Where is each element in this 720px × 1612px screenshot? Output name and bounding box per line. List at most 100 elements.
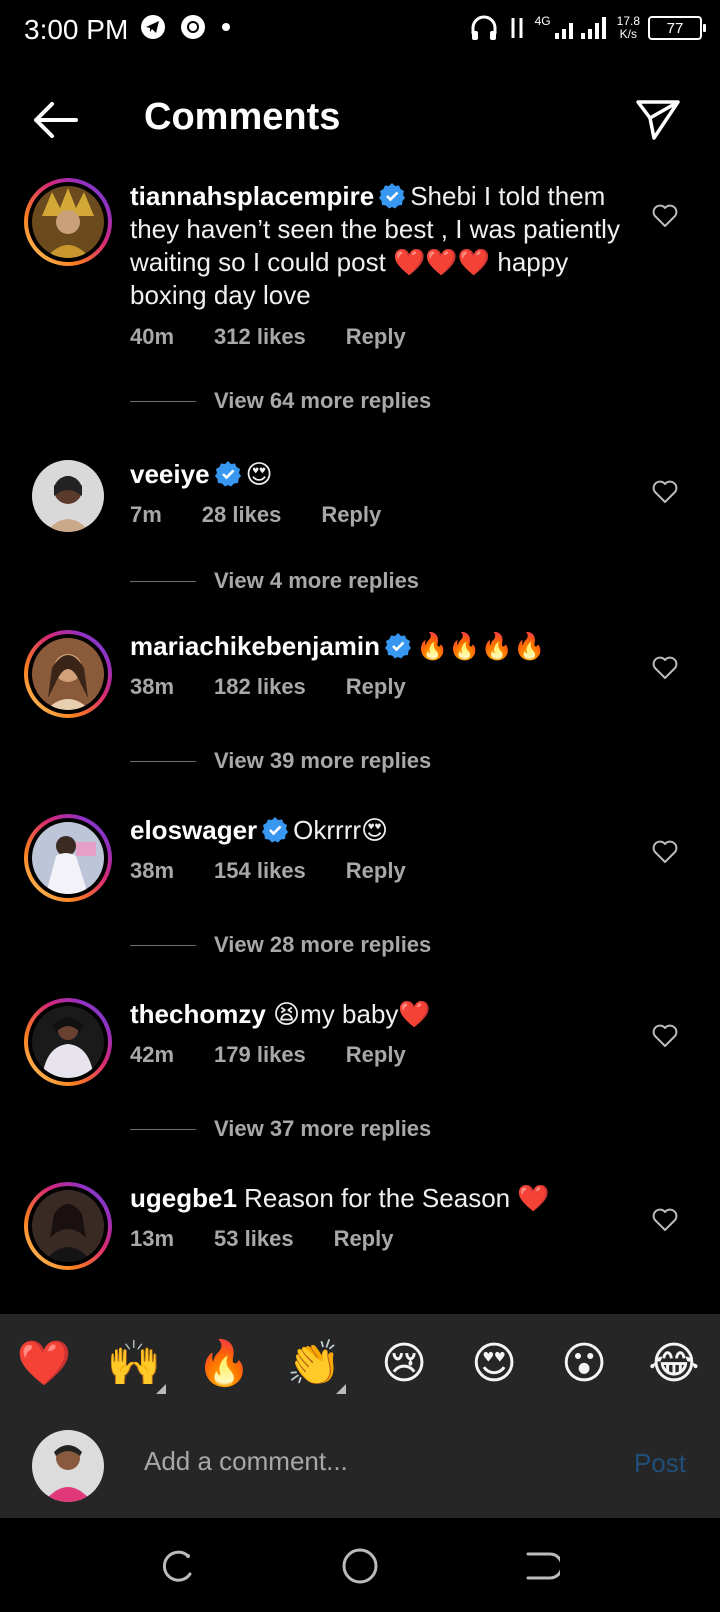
comment-input[interactable]: Add a comment... (144, 1446, 348, 1477)
like-heart-icon[interactable] (652, 656, 678, 680)
status-system-icons: 4G 17.8 K/s 77 (469, 14, 706, 42)
skin-tone-indicator-icon (156, 1384, 166, 1394)
reaction-heart[interactable]: ❤️ (14, 1336, 74, 1392)
reaction-crying[interactable]: 😢 (374, 1336, 434, 1392)
comment-text: 😍 (245, 459, 273, 489)
avatar-story-ring[interactable] (24, 458, 112, 546)
comment-body: thechomzy 😫my baby❤️ (130, 998, 620, 1031)
avatar-story-ring[interactable] (24, 814, 112, 902)
comment-likes[interactable]: 182 likes (214, 674, 306, 700)
comment-username[interactable]: tiannahsplacempire (130, 181, 374, 211)
comment-likes[interactable]: 28 likes (202, 502, 282, 528)
headphones-icon (471, 15, 497, 40)
comment-text: 🔥🔥🔥🔥 (416, 631, 546, 661)
view-replies-label: View 39 more replies (214, 748, 432, 773)
like-heart-icon[interactable] (652, 204, 678, 228)
avatar (32, 1190, 104, 1262)
chrome-icon (181, 15, 205, 39)
reply-button[interactable]: Reply (346, 674, 406, 700)
like-heart-icon[interactable] (652, 1208, 678, 1232)
network-type-label: 4G (534, 14, 551, 28)
back-arrow-icon[interactable] (30, 100, 80, 140)
comment-username[interactable]: eloswager (130, 815, 257, 845)
comment-likes[interactable]: 179 likes (214, 1042, 306, 1068)
reaction-laughing[interactable]: 😂 (644, 1336, 704, 1392)
replies-divider (130, 400, 196, 402)
dot-icon (222, 23, 230, 31)
replies-divider (130, 944, 196, 946)
comment-body: veeiye 😍 (130, 458, 620, 491)
view-replies-label: View 64 more replies (214, 388, 432, 413)
network-speed-unit: K/s (619, 27, 637, 41)
home-icon[interactable] (340, 1546, 380, 1586)
reaction-clap[interactable]: 👏 (284, 1336, 346, 1394)
comment-likes[interactable]: 312 likes (214, 324, 306, 350)
comment-time: 38m (130, 674, 175, 699)
view-replies-button[interactable]: View 28 more replies (130, 932, 431, 958)
view-replies-label: View 4 more replies (214, 568, 420, 593)
comment-meta: 42m 179 likes Reply (130, 1042, 406, 1068)
like-heart-icon[interactable] (652, 840, 678, 864)
current-user-avatar (32, 1430, 104, 1502)
network-speed: 17.8 K/s (617, 15, 640, 41)
comment-composer: ❤️ 🙌 🔥 👏 😢 😍 😮 😂 Add a comment... Post (0, 1314, 720, 1518)
comment-username[interactable]: mariachikebenjamin (130, 631, 380, 661)
page-title: Comments (144, 96, 341, 138)
skin-tone-indicator-icon (336, 1384, 346, 1394)
comment-text: 😫my baby❤️ (273, 999, 431, 1029)
reaction-surprised[interactable]: 😮 (554, 1336, 614, 1392)
comment-body: tiannahsplacempire Shebi I told them they… (130, 180, 620, 312)
reply-button[interactable]: Reply (346, 324, 406, 350)
avatar-story-ring[interactable] (24, 630, 112, 718)
comment-body: ugegbe1 Reason for the Season ❤️ (130, 1182, 620, 1215)
view-replies-button[interactable]: View 64 more replies (130, 388, 431, 414)
signal-icon (554, 17, 606, 39)
comment-meta: 38m 154 likes Reply (130, 858, 406, 884)
verified-badge-icon (262, 817, 289, 843)
view-replies-button[interactable]: View 4 more replies (130, 568, 419, 594)
avatar-story-ring[interactable] (24, 1182, 112, 1270)
post-button[interactable]: Post (634, 1448, 686, 1479)
reaction-fire[interactable]: 🔥 (194, 1336, 254, 1392)
comment-username[interactable]: veeiye (130, 459, 210, 489)
avatar-story-ring[interactable] (24, 998, 112, 1086)
back-icon[interactable] (520, 1546, 560, 1586)
reaction-raised-hands[interactable]: 🙌 (104, 1336, 166, 1394)
avatar (32, 186, 104, 258)
avatar (32, 460, 104, 532)
reaction-heart-eyes[interactable]: 😍 (464, 1336, 524, 1392)
reply-button[interactable]: Reply (346, 858, 406, 884)
avatar-story-ring[interactable] (24, 178, 112, 266)
replies-divider (130, 760, 196, 762)
view-replies-button[interactable]: View 37 more replies (130, 1116, 431, 1142)
like-heart-icon[interactable] (652, 480, 678, 504)
comment-username[interactable]: ugegbe1 (130, 1183, 237, 1213)
like-heart-icon[interactable] (652, 1024, 678, 1048)
comments-header: Comments (0, 80, 720, 160)
comment-likes[interactable]: 53 likes (214, 1226, 294, 1252)
status-notification-icons (140, 14, 232, 40)
reply-button[interactable]: Reply (334, 1226, 394, 1252)
comment-time: 7m (130, 502, 162, 527)
comment-time: 42m (130, 1042, 175, 1067)
reply-button[interactable]: Reply (346, 1042, 406, 1068)
verified-badge-icon (385, 633, 411, 659)
reaction-clap-glyph: 👏 (286, 1339, 342, 1388)
system-nav-bar (0, 1518, 720, 1612)
verified-badge-icon (214, 461, 241, 487)
comment-likes[interactable]: 154 likes (214, 858, 306, 884)
comment-meta: 7m 28 likes Reply (130, 502, 381, 528)
send-icon[interactable] (634, 96, 682, 144)
replies-divider (130, 1128, 196, 1130)
comment-time: 38m (130, 858, 175, 883)
verified-badge-icon (379, 183, 406, 209)
comment-time: 13m (130, 1226, 175, 1251)
comment-text: Reason for the Season ❤️ (244, 1183, 550, 1213)
data-arrows-icon (511, 18, 523, 38)
comment-meta: 38m 182 likes Reply (130, 674, 406, 700)
comment-username[interactable]: thechomzy (130, 999, 266, 1029)
view-replies-button[interactable]: View 39 more replies (130, 748, 431, 774)
replies-divider (130, 580, 196, 582)
reply-button[interactable]: Reply (321, 502, 381, 528)
recent-apps-icon[interactable] (158, 1546, 198, 1586)
